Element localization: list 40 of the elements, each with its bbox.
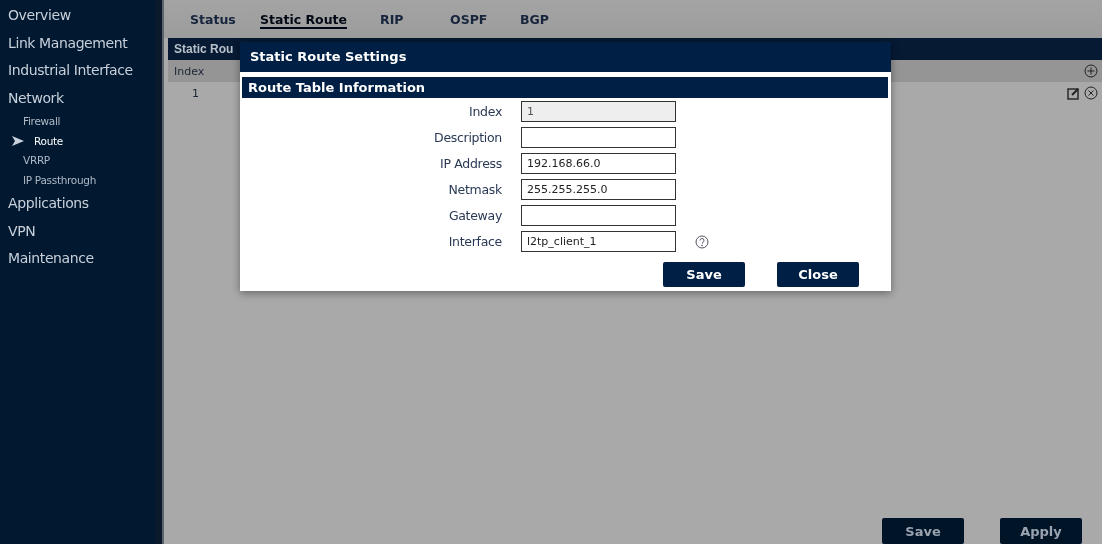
sidebar-item[interactable]: Applications: [0, 190, 155, 218]
field-label: Interface: [447, 234, 502, 249]
tab[interactable]: Status: [190, 11, 260, 27]
dialog-title: Static Route Settings: [240, 42, 891, 72]
save-button[interactable]: Save: [882, 518, 964, 544]
tab[interactable]: Static Route: [260, 11, 370, 27]
sidebar-subitem[interactable]: IP Passthrough: [0, 170, 155, 190]
edit-icon[interactable]: [1067, 86, 1080, 100]
field-label: IP Address: [439, 156, 502, 171]
delete-icon[interactable]: [1084, 86, 1098, 100]
help-icon[interactable]: [695, 234, 709, 249]
section-header: Route Table Information: [242, 77, 888, 98]
arrow-icon: [12, 136, 24, 147]
add-icon[interactable]: [1084, 64, 1098, 78]
field-label: Index: [468, 104, 502, 119]
tab[interactable]: BGP: [520, 11, 590, 27]
input-field[interactable]: l2tp_client_1: [521, 231, 676, 252]
sidebar-item[interactable]: Network: [0, 84, 155, 112]
save-button[interactable]: Save: [663, 262, 745, 287]
sidebar-subitem[interactable]: VRRP: [0, 151, 155, 171]
input-field[interactable]: [521, 127, 676, 148]
column-header: Index: [174, 64, 205, 78]
apply-button[interactable]: Apply: [1000, 518, 1082, 544]
sidebar-item[interactable]: Maintenance: [0, 245, 155, 273]
table-cell: 1: [192, 86, 199, 100]
sidebar-item[interactable]: Overview: [0, 2, 155, 30]
input-field[interactable]: 192.168.66.0: [521, 153, 676, 174]
field-label: Netmask: [447, 182, 502, 197]
sidebar-item[interactable]: Industrial Interface: [0, 57, 155, 85]
field-label: Gateway: [447, 208, 502, 223]
tab[interactable]: OSPF: [450, 11, 520, 27]
sidebar-subitem[interactable]: Firewall: [0, 112, 155, 132]
sidebar-item[interactable]: VPN: [0, 217, 155, 245]
tab[interactable]: RIP: [380, 11, 450, 27]
input-field[interactable]: 255.255.255.0: [521, 179, 676, 200]
sidebar-item[interactable]: Link Management: [0, 29, 155, 57]
input-field[interactable]: [521, 205, 676, 226]
close-button[interactable]: Close: [777, 262, 859, 287]
field-label: Description: [433, 130, 502, 145]
sidebar-subitem[interactable]: Route: [0, 131, 155, 151]
